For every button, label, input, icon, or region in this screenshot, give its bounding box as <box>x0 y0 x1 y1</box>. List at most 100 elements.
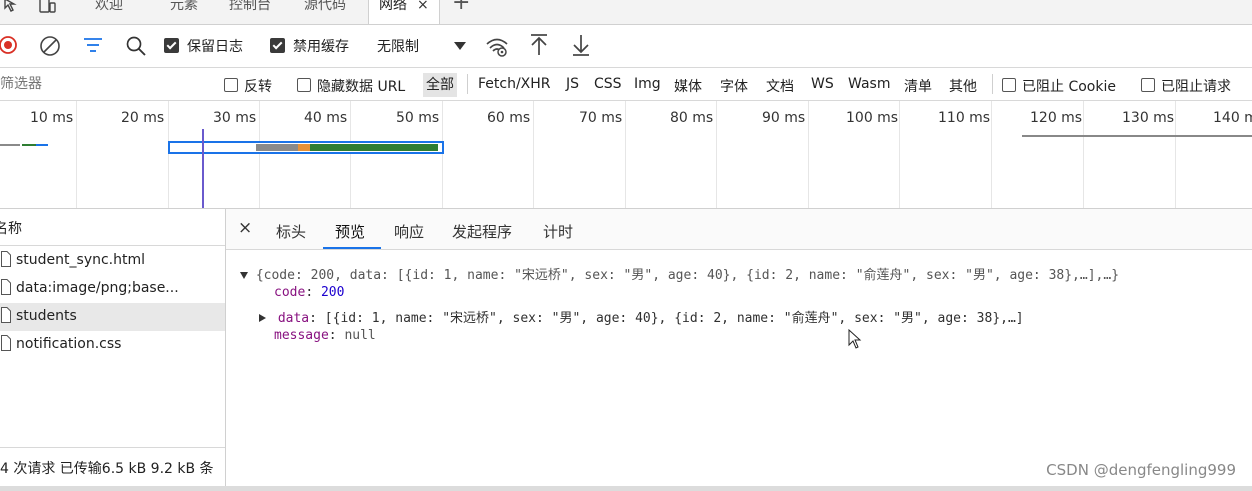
timeline-tick-label: 90 ms <box>762 110 806 126</box>
invert-label: 反转 <box>244 79 272 95</box>
filter-type-media[interactable]: 媒体 <box>674 76 702 96</box>
timeline-tick-label: 60 ms <box>487 110 531 126</box>
timeline-gridline <box>1083 101 1084 208</box>
filter-type-css[interactable]: CSS <box>594 76 622 92</box>
tab-console[interactable]: 控制台 <box>229 0 271 14</box>
timeline-gridline <box>1175 101 1176 208</box>
blocked-requests-checkbox[interactable]: 已阻止请求 <box>1141 76 1231 96</box>
waterfall-segment-waiting <box>310 144 438 151</box>
upload-icon[interactable] <box>529 33 549 57</box>
timeline-gridline <box>533 101 534 208</box>
column-name-label: 名称 <box>0 221 22 237</box>
request-summary-text: 4 次请求 已传输6.5 kB 9.2 kB 条 <box>0 461 214 477</box>
close-tab-icon[interactable]: × <box>417 0 429 13</box>
json-message-row[interactable]: message: null <box>274 328 376 343</box>
filter-type-all[interactable]: 全部 <box>423 73 457 97</box>
disable-cache-label: 禁用缓存 <box>293 39 349 55</box>
device-toolbar-icon[interactable] <box>38 0 56 14</box>
invert-check-icon <box>224 78 238 92</box>
json-key-message: message <box>274 328 329 343</box>
json-code-row[interactable]: code: 200 <box>274 285 344 300</box>
json-value-data: [{id: 1, name: "宋远桥", sex: "男", age: 40}… <box>324 311 1024 326</box>
tab-headers[interactable]: 标头 <box>276 221 306 242</box>
timeline-selection-range[interactable] <box>1022 135 1252 137</box>
blocked-requests-label: 已阻止请求 <box>1161 79 1231 95</box>
network-overview-timeline[interactable]: 10 ms 20 ms 30 ms 40 ms 50 ms 60 ms 70 m… <box>0 101 1252 209</box>
tab-sources[interactable]: 源代码 <box>304 0 346 14</box>
timeline-gridline <box>899 101 900 208</box>
request-row[interactable]: student_sync.html <box>0 247 225 275</box>
collapse-triangle-icon[interactable] <box>259 314 266 322</box>
timeline-gridline <box>716 101 717 208</box>
waterfall-bar-early <box>22 144 36 146</box>
active-tab-indicator <box>323 247 381 249</box>
tab-initiator[interactable]: 发起程序 <box>452 221 512 242</box>
timeline-gridline <box>808 101 809 208</box>
request-row[interactable]: notification.css <box>0 331 225 359</box>
timeline-tick-label: 70 ms <box>579 110 623 126</box>
throttling-select[interactable]: 无限制 <box>377 36 419 56</box>
waterfall-bar-early <box>36 144 48 146</box>
filter-input[interactable] <box>0 76 200 92</box>
timeline-gridline <box>76 101 77 208</box>
timeline-tick-label: 20 ms <box>121 110 165 126</box>
file-icon <box>1 279 11 295</box>
tab-preview[interactable]: 预览 <box>335 221 365 242</box>
inspect-icon[interactable] <box>2 0 20 14</box>
mouse-cursor-icon <box>848 329 862 349</box>
search-icon[interactable] <box>125 35 147 57</box>
filter-type-doc[interactable]: 文档 <box>766 76 794 96</box>
blocked-requests-check-icon <box>1141 78 1155 92</box>
request-row-selected[interactable]: students <box>0 303 225 331</box>
filter-separator <box>467 74 468 94</box>
dropdown-icon[interactable] <box>453 41 467 51</box>
filter-type-wasm[interactable]: Wasm <box>848 76 890 92</box>
filter-type-fetch-xhr[interactable]: Fetch/XHR <box>478 76 551 92</box>
filter-icon[interactable] <box>83 37 103 53</box>
filter-bar: 反转 隐藏数据 URL 全部 Fetch/XHR JS CSS Img 媒体 字… <box>0 68 1252 101</box>
expand-triangle-icon[interactable] <box>240 272 248 279</box>
filter-type-manifest[interactable]: 清单 <box>904 76 932 96</box>
blocked-cookies-checkbox[interactable]: 已阻止 Cookie <box>1002 76 1116 96</box>
horizontal-scrollbar[interactable] <box>0 486 1252 491</box>
network-conditions-icon[interactable] <box>485 35 509 57</box>
filter-type-other[interactable]: 其他 <box>949 76 977 96</box>
tab-response[interactable]: 响应 <box>394 221 424 242</box>
filter-type-js[interactable]: JS <box>566 76 579 92</box>
close-icon[interactable]: × <box>238 218 252 238</box>
request-list-pane: 名称 student_sync.html data:image/png;base… <box>0 209 226 486</box>
devtools-tab-bar: 欢迎 元素 控制台 源代码 网络 × + <box>0 0 1252 25</box>
json-data-row[interactable]: data: [{id: 1, name: "宋远桥", sex: "男", ag… <box>259 307 1024 326</box>
record-icon[interactable] <box>0 35 18 55</box>
timeline-tick-label: 10 ms <box>30 110 74 126</box>
request-list-header[interactable]: 名称 <box>0 209 225 246</box>
tab-welcome[interactable]: 欢迎 <box>95 0 123 14</box>
invert-checkbox[interactable]: 反转 <box>224 76 272 96</box>
clear-icon[interactable] <box>39 35 61 57</box>
tab-network[interactable]: 网络 × <box>368 0 440 24</box>
json-key-data: data <box>277 311 310 326</box>
tab-timing[interactable]: 计时 <box>543 221 573 242</box>
download-icon[interactable] <box>571 33 591 57</box>
file-icon <box>1 251 11 267</box>
json-root-row[interactable]: {code: 200, data: [{id: 1, name: "宋远桥", … <box>240 264 1236 283</box>
json-value-message: null <box>344 328 376 343</box>
preserve-log-check-icon <box>164 38 179 53</box>
request-detail-pane: × 标头 预览 响应 发起程序 计时 {code: 200, data: [{i… <box>226 209 1252 486</box>
filter-type-img[interactable]: Img <box>634 76 661 92</box>
timeline-tick-label: 80 ms <box>670 110 714 126</box>
request-summary-status: 4 次请求 已传输6.5 kB 9.2 kB 条 <box>0 447 225 487</box>
timeline-tick-label: 140 m <box>1213 110 1252 126</box>
timeline-tick-label: 130 ms <box>1122 110 1175 126</box>
disable-cache-check-icon <box>270 38 285 53</box>
add-tab-button[interactable]: + <box>452 0 470 15</box>
disable-cache-checkbox[interactable]: 禁用缓存 <box>270 36 349 56</box>
preserve-log-checkbox[interactable]: 保留日志 <box>164 36 243 56</box>
filter-type-font[interactable]: 字体 <box>720 76 748 96</box>
tab-elements[interactable]: 元素 <box>170 0 198 14</box>
request-row[interactable]: data:image/png;base... <box>0 275 225 303</box>
filter-type-ws[interactable]: WS <box>811 76 834 92</box>
hide-data-urls-checkbox[interactable]: 隐藏数据 URL <box>297 76 405 96</box>
timeline-gridline <box>625 101 626 208</box>
detail-tab-bar: × 标头 预览 响应 发起程序 计时 <box>226 209 1252 250</box>
